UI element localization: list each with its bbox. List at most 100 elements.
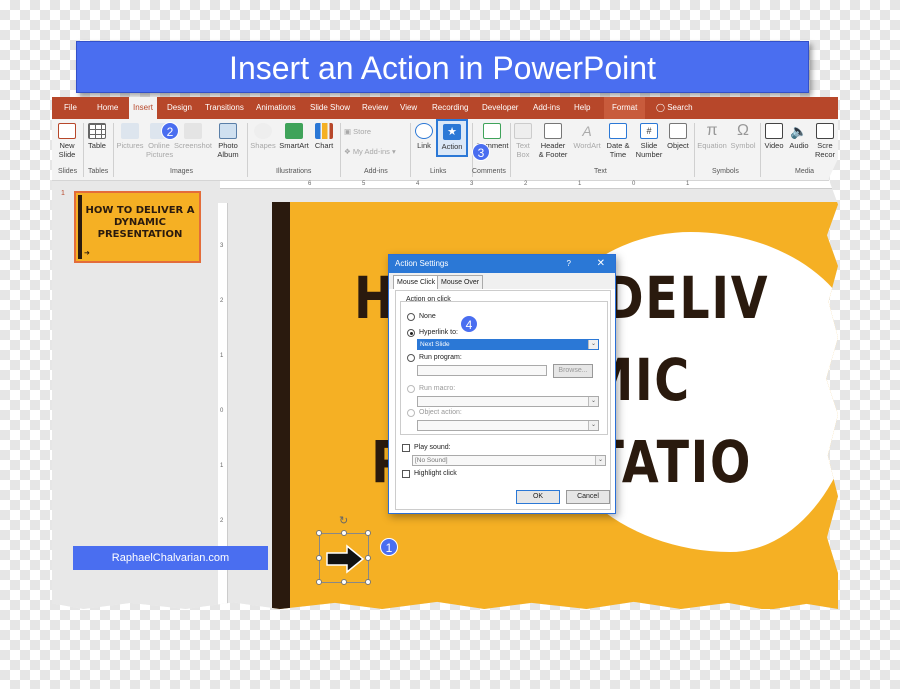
hyperlink-label: Hyperlink to: — [419, 329, 458, 336]
speaker-icon: 🔈 — [790, 123, 808, 139]
callout-badge-3: 3 — [472, 143, 490, 161]
photo-album-button[interactable]: Photo Album — [214, 123, 242, 159]
object-icon — [669, 123, 687, 139]
equation-button[interactable]: π Equation — [696, 123, 728, 151]
help-button[interactable]: ? — [567, 255, 571, 273]
object-button[interactable]: Object — [664, 123, 692, 150]
callout-badge-2: 2 — [161, 122, 179, 140]
thumbnail-arrow-icon: ➜ — [84, 250, 90, 257]
callout-badge-1: 1 — [380, 538, 398, 556]
none-radio[interactable] — [407, 313, 415, 321]
group-add-ins: Add-ins — [364, 168, 388, 175]
play-sound-checkbox[interactable] — [402, 444, 410, 452]
action-group-box: None Hyperlink to: Next Slide ⌄ Run prog… — [400, 301, 608, 435]
tab-design[interactable]: Design — [167, 97, 192, 119]
hyperlink-select[interactable]: Next Slide ⌄ — [417, 339, 599, 350]
ok-button[interactable]: OK — [516, 490, 560, 504]
group-links: Links — [430, 168, 447, 175]
group-images: Images — [170, 168, 193, 175]
tab-format[interactable]: Format — [604, 97, 646, 119]
tab-mouse-click[interactable]: Mouse Click — [393, 275, 440, 289]
comment-icon — [483, 123, 501, 139]
wordart-button[interactable]: A WordArt — [572, 123, 602, 150]
group-tables: Tables — [88, 168, 109, 175]
action-button[interactable]: ★ Action — [436, 119, 468, 157]
highlight-click-checkbox[interactable] — [402, 470, 410, 478]
header-footer-button[interactable]: Header & Footer — [536, 123, 570, 159]
link-button[interactable]: Link — [413, 123, 435, 150]
tab-add-ins[interactable]: Add-ins — [533, 97, 560, 119]
shapes-icon — [254, 123, 272, 139]
store-button[interactable]: ▣ Store — [344, 127, 384, 136]
video-icon — [765, 123, 783, 139]
search-label: Search — [667, 103, 693, 112]
slide-number-button[interactable]: # Slide Number — [634, 123, 664, 159]
selected-arrow-shape[interactable]: ↻ — [316, 515, 371, 585]
browse-button[interactable]: Browse... — [553, 364, 593, 378]
chart-icon — [315, 123, 333, 139]
video-button[interactable]: Video — [763, 123, 785, 150]
run-program-label: Run program: — [419, 354, 462, 361]
shapes-button[interactable]: Shapes — [250, 123, 276, 150]
run-program-radio[interactable] — [407, 354, 415, 362]
my-add-ins-button[interactable]: ❖ My Add-ins ▾ — [344, 147, 404, 156]
group-text: Text — [594, 168, 607, 175]
lightbulb-icon: ◯ — [656, 103, 665, 112]
none-label: None — [419, 313, 436, 320]
tab-file[interactable]: File — [64, 97, 77, 119]
run-program-input[interactable] — [417, 365, 547, 376]
pictures-button[interactable]: Pictures — [116, 123, 144, 150]
tab-help[interactable]: Help — [574, 97, 590, 119]
symbol-button[interactable]: Ω Symbol — [730, 123, 756, 151]
header-footer-icon — [544, 123, 562, 139]
chart-button[interactable]: Chart — [312, 123, 336, 150]
smartart-button[interactable]: SmartArt — [278, 123, 310, 150]
group-illustrations: Illustrations — [276, 168, 312, 175]
text-box-button[interactable]: Text Box — [513, 123, 533, 159]
tab-slide-show[interactable]: Slide Show — [310, 97, 350, 119]
object-action-label: Object action: — [419, 409, 462, 416]
run-macro-label: Run macro: — [419, 385, 456, 392]
tab-developer[interactable]: Developer — [482, 97, 518, 119]
chevron-down-icon: ⌄ — [595, 456, 605, 465]
chevron-down-icon: ⌄ — [588, 340, 598, 349]
hyperlink-radio[interactable] — [407, 329, 415, 337]
close-icon[interactable]: ✕ — [597, 255, 605, 273]
run-macro-radio[interactable] — [407, 385, 415, 393]
tab-home[interactable]: Home — [97, 97, 118, 119]
rotate-handle-icon[interactable]: ↻ — [339, 514, 348, 527]
wordart-icon: A — [582, 123, 592, 139]
dialog-title: Action Settings — [395, 259, 449, 268]
screen-recording-button[interactable]: Scre Recor — [813, 123, 837, 159]
object-action-radio[interactable] — [407, 409, 415, 417]
screenshot-button[interactable]: Screenshot — [174, 123, 212, 150]
date-time-button[interactable]: Date & Time — [604, 123, 632, 159]
slide-number-icon: # — [640, 123, 658, 139]
tab-animations[interactable]: Animations — [256, 97, 296, 119]
tab-mouse-over[interactable]: Mouse Over — [437, 275, 484, 289]
table-button[interactable]: Table — [85, 123, 109, 150]
banner-title: Insert an Action in PowerPoint — [76, 41, 809, 93]
audio-button[interactable]: 🔈 Audio — [787, 123, 811, 150]
search-box[interactable]: ◯ Search — [656, 97, 693, 119]
sound-select[interactable]: [No Sound] ⌄ — [412, 455, 606, 466]
tab-review[interactable]: Review — [362, 97, 388, 119]
object-action-select[interactable]: ⌄ — [417, 420, 599, 431]
tab-view[interactable]: View — [400, 97, 417, 119]
cancel-button[interactable]: Cancel — [566, 490, 610, 504]
run-macro-select[interactable]: ⌄ — [417, 396, 599, 407]
thumbnail-title: HOW TO DELIVER A DYNAMIC PRESENTATION — [85, 205, 195, 240]
tab-insert[interactable]: Insert — [129, 97, 158, 119]
tab-recording[interactable]: Recording — [432, 97, 468, 119]
new-slide-button[interactable]: New Slide — [56, 123, 78, 159]
group-media: Media — [795, 168, 815, 175]
new-slide-icon — [58, 123, 76, 139]
tab-transitions[interactable]: Transitions — [205, 97, 244, 119]
camera-icon — [184, 123, 202, 139]
photo-album-icon — [219, 123, 237, 139]
action-settings-dialog: Action Settings ? ✕ Mouse Click Mouse Ov… — [388, 254, 616, 514]
slide-thumbnail[interactable]: HOW TO DELIVER A DYNAMIC PRESENTATION ➜ — [74, 191, 201, 263]
pictures-icon — [121, 123, 139, 139]
store-icon: ▣ — [344, 127, 354, 136]
group-slides: Slides — [58, 168, 78, 175]
